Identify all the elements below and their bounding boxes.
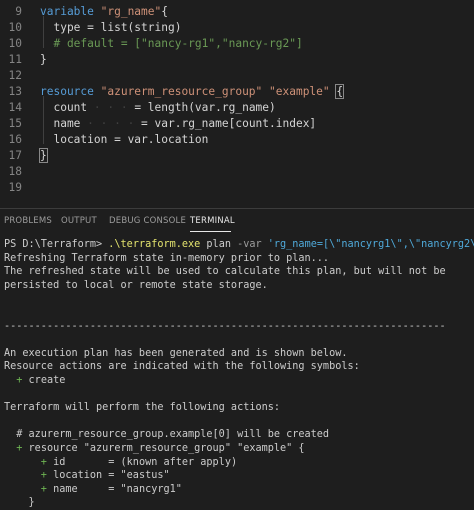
terminal-line: # azurerm_resource_group.example[0] will…: [4, 428, 329, 442]
code-line: 10 type = list(string): [0, 20, 474, 36]
terminal-token: create: [28, 375, 66, 386]
terminal-line: }: [4, 496, 35, 510]
terminal-token: plan: [206, 239, 238, 250]
line-number: 19: [8, 181, 22, 194]
code-text: location = var.location: [40, 132, 208, 148]
line-number: 17: [8, 149, 22, 162]
terminal-token: .\terraform.exe: [108, 239, 207, 250]
code-line: 10 # default = ["nancy-rg1","nancy-rg2"]: [0, 36, 474, 52]
terminal-token: An execution plan has been generated and…: [4, 347, 348, 359]
terminal-token: name = "nancyrg1": [53, 483, 182, 495]
line-number: 9: [15, 5, 22, 18]
terminal-token: location = "eastus": [53, 470, 170, 482]
code-token: count: [40, 101, 88, 114]
code-token: # default = ["nancy-rg1","nancy-rg2"]: [40, 37, 303, 50]
terminal-line: Terraform will perform the following act…: [4, 401, 280, 415]
code-token: · · · ·: [80, 117, 142, 130]
code-line: 19: [0, 180, 474, 196]
code-line: 17}: [0, 148, 474, 164]
line-number: 11: [8, 53, 22, 66]
code-text: count · · · = length(var.rg_name): [40, 100, 276, 116]
code-token: type = list(string): [40, 21, 182, 34]
code-text: variable "rg_name"{: [40, 4, 168, 20]
code-text: type = list(string): [40, 20, 181, 36]
terminal-token: +: [4, 375, 29, 386]
terminal-output[interactable]: PS D:\Terraform> .\terraform.exe plan -v…: [0, 236, 474, 510]
code-token: }: [40, 53, 47, 66]
terminal-line: + create: [4, 374, 65, 388]
line-number: 13: [8, 85, 22, 98]
code-token: }: [39, 148, 48, 163]
terminal-token: +: [4, 443, 29, 454]
terminal-token: +: [4, 456, 54, 468]
code-token: variable: [40, 5, 101, 18]
terminal-line: + id = (known after apply): [4, 456, 237, 470]
terminal-line: persisted to local or remote state stora…: [4, 279, 268, 293]
line-number: 14: [8, 101, 22, 114]
code-line: 13 resource "azurerm_resource_group" "exa…: [0, 84, 474, 100]
line-number: 15: [8, 117, 22, 130]
terminal-line: An execution plan has been generated and…: [4, 347, 347, 361]
line-number: 18: [8, 165, 22, 178]
terminal-line: Resource actions are indicated with the …: [4, 360, 360, 374]
code-token: = length(var.rg_name): [134, 101, 276, 114]
code-line: 14 count · · · = length(var.rg_name): [0, 100, 474, 116]
code-token: = var.rg_name[count.index]: [141, 117, 317, 130]
terminal-line: PS D:\Terraform> .\terraform.exe plan -v…: [4, 238, 474, 252]
code-line: 9 variable "rg_name"{: [0, 4, 474, 20]
panel-tab-bar: PROBLEMS OUTPUT DEBUG CONSOLE TERMINAL: [0, 208, 474, 235]
tab-debug-console[interactable]: DEBUG CONSOLE: [109, 216, 186, 226]
terminal-token: resource "azurerm_resource_group" "examp…: [28, 443, 305, 454]
terminal-line: + location = "eastus": [4, 469, 170, 483]
code-token: location: [40, 133, 115, 146]
terminal-token: Refreshing Terraform state in-memory pri…: [4, 252, 330, 264]
code-line: 15 name · · · · = var.rg_name[count.inde…: [0, 116, 474, 132]
code-token: {: [161, 5, 168, 18]
code-line: 12: [0, 68, 474, 84]
terminal-line: + name = "nancyrg1": [4, 483, 182, 497]
tab-problems[interactable]: PROBLEMS: [4, 216, 52, 226]
code-text: }: [40, 52, 47, 68]
terminal-token: ----------------------------------------…: [4, 320, 446, 332]
code-token: resource: [40, 85, 101, 98]
line-number: 10: [8, 37, 22, 50]
terminal-token: id = (known after apply): [53, 456, 238, 468]
tab-output[interactable]: OUTPUT: [61, 216, 97, 226]
code-editor[interactable]: 9 variable "rg_name"{10 type = list(strin…: [0, 0, 474, 200]
code-text: }: [39, 148, 48, 164]
terminal-line: ----------------------------------------…: [4, 320, 446, 334]
code-text: # default = ["nancy-rg1","nancy-rg2"]: [40, 36, 303, 52]
terminal-line: Refreshing Terraform state in-memory pri…: [4, 252, 329, 266]
line-number: 10: [8, 21, 22, 34]
line-number: 16: [8, 133, 22, 146]
line-number: 12: [8, 69, 22, 82]
code-token: = var.location: [114, 133, 209, 146]
tab-terminal[interactable]: TERMINAL: [190, 216, 235, 226]
code-token: {: [335, 84, 345, 99]
terminal-token: Terraform will perform the following act…: [4, 402, 281, 414]
code-token: · · ·: [87, 101, 135, 114]
code-text: name · · · · = var.rg_name[count.index]: [40, 116, 316, 132]
terminal-token: The refreshed state will be used to calc…: [4, 266, 446, 278]
terminal-token: Resource actions are indicated with the …: [4, 361, 360, 373]
terminal-token: -var: [237, 239, 268, 250]
code-text: resource "azurerm_resource_group" "examp…: [40, 84, 345, 100]
terminal-token: PS D:\Terraform>: [4, 239, 109, 250]
terminal-line: + resource "azurerm_resource_group" "exa…: [4, 442, 305, 456]
terminal-line: The refreshed state will be used to calc…: [4, 265, 446, 279]
terminal-token: +: [4, 483, 54, 495]
code-token: name: [40, 117, 81, 130]
code-line: 11}: [0, 52, 474, 68]
terminal-token: persisted to local or remote state stora…: [4, 279, 268, 291]
active-tab-indicator: [190, 231, 231, 232]
code-token: "azurerm_resource_group": [100, 85, 270, 98]
terminal-token: # azurerm_resource_group.example[0] will…: [4, 429, 330, 441]
terminal-token: 'rg_name=[\"nancyrg1\",\"nancyrg2\"]': [267, 239, 474, 250]
code-token: "rg_name": [100, 5, 162, 18]
code-line: 16 location = var.location: [0, 132, 474, 148]
code-token: "example": [269, 85, 337, 98]
terminal-token: +: [4, 470, 54, 482]
code-line: 18: [0, 164, 474, 180]
